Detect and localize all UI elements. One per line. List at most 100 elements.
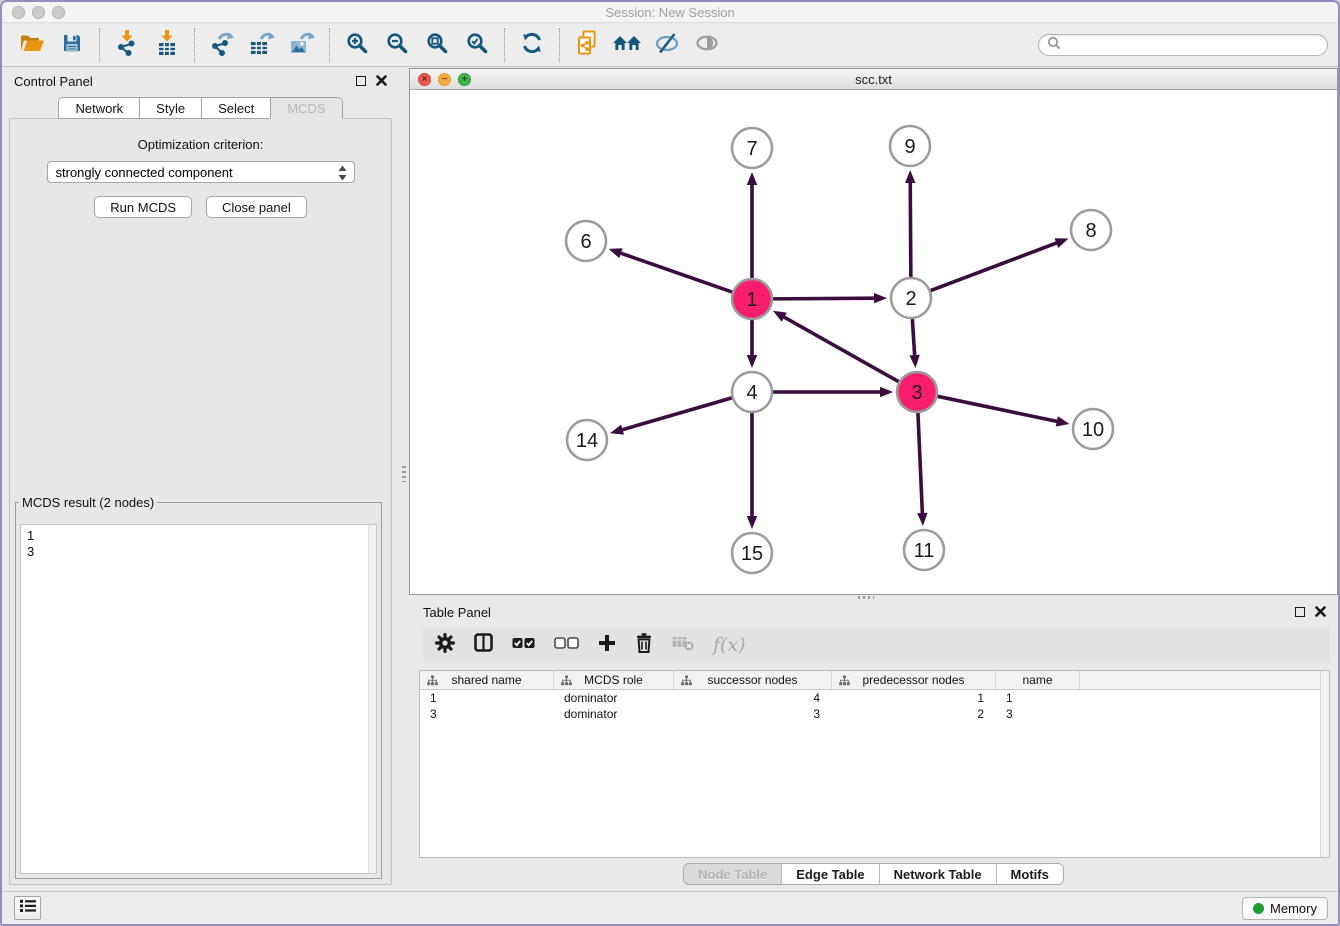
graph-edge-2-9[interactable] (910, 181, 911, 277)
toolbar-separator (194, 28, 195, 62)
network-canvas[interactable]: 7968124314101511 (410, 90, 1337, 594)
import-network-button[interactable] (107, 27, 147, 63)
tab-style[interactable]: Style (139, 97, 201, 119)
close-panel-icon[interactable] (376, 74, 387, 89)
first-neighbors-button[interactable] (607, 27, 647, 63)
zoom-selected-button[interactable] (457, 27, 497, 63)
task-history-button[interactable] (14, 896, 41, 920)
refresh-icon (520, 31, 544, 60)
cell-name[interactable]: 1 (996, 691, 1080, 705)
zoom-network-button[interactable]: + (458, 73, 471, 86)
graph-edge-3-10[interactable] (938, 396, 1059, 421)
save-session-button[interactable] (52, 27, 92, 63)
column-header-shared-name[interactable]: shared name (420, 671, 554, 689)
tab-network[interactable]: Network (58, 97, 139, 119)
criterion-value: strongly connected component (56, 165, 233, 180)
zoom-in-button[interactable] (337, 27, 377, 63)
tab-edge-table[interactable]: Edge Table (781, 864, 878, 884)
mcds-result-list[interactable]: 1 3 (20, 524, 377, 874)
tab-select[interactable]: Select (201, 97, 270, 119)
tab-motifs[interactable]: Motifs (996, 864, 1063, 884)
vertical-splitter[interactable] (399, 68, 409, 891)
save-icon (61, 32, 83, 59)
table-row[interactable]: 1 dominator 4 1 1 (420, 690, 1329, 706)
search-input[interactable] (1066, 37, 1319, 53)
close-network-button[interactable]: × (418, 73, 431, 86)
cell-successor-nodes[interactable]: 3 (674, 707, 832, 721)
table-scrollbar[interactable] (1320, 671, 1329, 857)
export-table-button[interactable] (242, 27, 282, 63)
graph-node-label: 10 (1082, 419, 1104, 441)
delete-row-button[interactable] (635, 633, 653, 658)
cell-shared-name[interactable]: 1 (420, 691, 554, 705)
deselect-all-button[interactable] (554, 636, 579, 654)
import-network-icon (115, 30, 139, 61)
graph-edge-2-8[interactable] (931, 242, 1059, 290)
graph-edge-arrowhead (1055, 238, 1069, 248)
graph-edge-4-14[interactable] (621, 398, 732, 430)
main-toolbar (2, 24, 1338, 67)
cell-predecessor-nodes[interactable]: 1 (832, 691, 996, 705)
minimize-network-button[interactable]: − (438, 73, 451, 86)
cell-mcds-role[interactable]: dominator (554, 707, 674, 721)
function-builder-button[interactable]: f(x) (713, 634, 746, 656)
result-scrollbar[interactable] (368, 525, 376, 873)
graph-node-label: 9 (904, 136, 915, 158)
show-columns-button[interactable] (474, 633, 493, 657)
cell-predecessor-nodes[interactable]: 2 (832, 707, 996, 721)
search-field[interactable] (1038, 34, 1328, 56)
graph-edge-3-1[interactable] (782, 316, 898, 382)
column-header-predecessor-nodes[interactable]: predecessor nodes (832, 671, 996, 689)
cell-successor-nodes[interactable]: 4 (674, 691, 832, 705)
eye-slash-icon (654, 31, 680, 60)
clone-network-button[interactable] (567, 27, 607, 63)
cell-name[interactable]: 3 (996, 707, 1080, 721)
houses-icon (612, 32, 642, 59)
graph-edge-3-11[interactable] (918, 413, 923, 515)
tab-node-table[interactable]: Node Table (684, 864, 781, 884)
import-table-button[interactable] (147, 27, 187, 63)
table-settings-button[interactable] (435, 633, 455, 658)
export-image-button[interactable] (282, 27, 322, 63)
run-mcds-button[interactable]: Run MCDS (94, 196, 192, 218)
open-session-button[interactable] (12, 27, 52, 63)
float-panel-icon[interactable] (356, 76, 366, 86)
graph-node-label: 6 (580, 231, 591, 253)
toolbar-separator (559, 28, 560, 62)
refresh-layout-button[interactable] (512, 27, 552, 63)
graph-edge-2-3[interactable] (912, 319, 914, 357)
add-row-button[interactable] (598, 634, 616, 657)
zoom-out-button[interactable] (377, 27, 417, 63)
toolbar-separator (329, 28, 330, 62)
delete-table-button[interactable] (672, 635, 694, 656)
graph-edge-arrowhead (874, 293, 887, 303)
memory-status-icon (1253, 903, 1264, 914)
hide-selected-button[interactable] (647, 27, 687, 63)
close-panel-button[interactable]: Close panel (206, 196, 307, 218)
plus-icon (598, 634, 616, 657)
list-icon (20, 899, 36, 918)
table-row[interactable]: 3 dominator 3 2 3 (420, 706, 1329, 722)
zoom-in-icon (345, 31, 369, 60)
cell-mcds-role[interactable]: dominator (554, 691, 674, 705)
graph-edge-1-2[interactable] (773, 298, 876, 299)
zoom-fit-button[interactable] (417, 27, 457, 63)
tree-icon (839, 675, 850, 689)
tab-mcds[interactable]: MCDS (270, 97, 342, 119)
graph-node-label: 1 (746, 289, 757, 311)
column-header-successor-nodes[interactable]: successor nodes (674, 671, 832, 689)
tab-network-table[interactable]: Network Table (879, 864, 996, 884)
column-header-name[interactable]: name (996, 671, 1080, 689)
export-network-icon (209, 30, 235, 61)
close-panel-icon[interactable] (1315, 605, 1326, 620)
export-network-button[interactable] (202, 27, 242, 63)
criterion-dropdown[interactable]: strongly connected component (47, 161, 355, 183)
graph-edge-1-6[interactable] (619, 253, 732, 293)
select-all-button[interactable] (512, 636, 535, 654)
column-header-mcds-role[interactable]: MCDS role (554, 671, 674, 689)
float-panel-icon[interactable] (1295, 607, 1305, 617)
column-label: name (1022, 673, 1052, 687)
memory-button[interactable]: Memory (1242, 897, 1328, 920)
cell-shared-name[interactable]: 3 (420, 707, 554, 721)
show-all-button[interactable] (687, 27, 727, 63)
